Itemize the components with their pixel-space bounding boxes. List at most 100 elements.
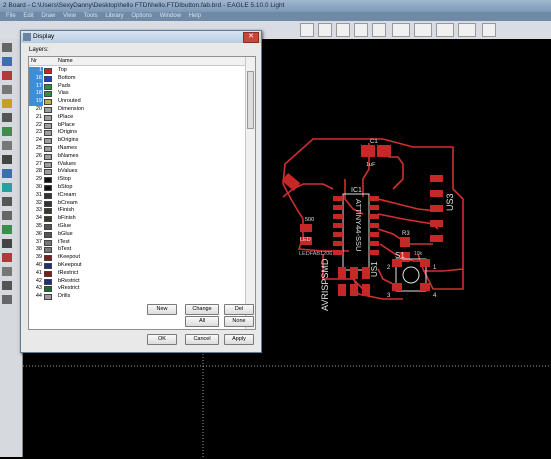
tool-icon[interactable]: [2, 57, 12, 66]
tool-icon[interactable]: [2, 71, 12, 80]
toolbar-button[interactable]: [318, 23, 332, 37]
layer-row[interactable]: 1 Top: [29, 67, 245, 75]
tool-icon[interactable]: [2, 169, 12, 178]
layer-color-swatch: [44, 278, 52, 285]
layer-row[interactable]: 31 tCream: [29, 192, 245, 200]
layer-row[interactable]: 25 tNames: [29, 145, 245, 153]
layer-row[interactable]: 29 tStop: [29, 176, 245, 184]
toolbar-button[interactable]: [392, 23, 410, 37]
layer-color-swatch: [44, 223, 52, 230]
toolbar-button[interactable]: [436, 23, 454, 37]
s1-pad: [392, 283, 402, 291]
layer-row[interactable]: 28 bValues: [29, 168, 245, 176]
apply-button[interactable]: Apply: [224, 334, 254, 345]
tool-icon[interactable]: [2, 127, 12, 136]
layer-row[interactable]: 19 Unrouted: [29, 98, 245, 106]
menu-file[interactable]: File: [6, 13, 16, 19]
layer-row[interactable]: 26 bNames: [29, 153, 245, 161]
close-icon[interactable]: ✕: [243, 32, 259, 43]
toolbar-button[interactable]: [458, 23, 476, 37]
menu-options[interactable]: Options: [131, 13, 152, 19]
layer-name: tRestrict: [58, 269, 79, 276]
change-button[interactable]: Change: [185, 304, 219, 315]
tool-icon[interactable]: [2, 155, 12, 164]
tool-icon[interactable]: [2, 141, 12, 150]
layer-list[interactable]: Nr Name 1 Top 16 Bottom 17 Pads 18 Vias 19 Unrout…: [28, 56, 256, 330]
menu-view[interactable]: View: [63, 13, 76, 19]
layer-row[interactable]: 33 tFinish: [29, 207, 245, 215]
layer-color-swatch: [44, 200, 52, 207]
menu-edit[interactable]: Edit: [23, 13, 33, 19]
layer-number: 40: [35, 261, 42, 268]
tool-icon[interactable]: [2, 43, 12, 52]
layer-row[interactable]: 34 bFinish: [29, 215, 245, 223]
toolbar-button[interactable]: [414, 23, 432, 37]
toolbar-button[interactable]: [354, 23, 368, 37]
layer-row[interactable]: 41 tRestrict: [29, 270, 245, 278]
layer-row[interactable]: 24 bOrigins: [29, 137, 245, 145]
tool-icon[interactable]: [2, 239, 12, 248]
layer-row[interactable]: 32 bCream: [29, 200, 245, 208]
menu-draw[interactable]: Draw: [41, 13, 55, 19]
layer-number: 1: [38, 67, 42, 73]
menu-help[interactable]: Help: [189, 13, 201, 19]
layer-row[interactable]: 21 tPlace: [29, 114, 245, 122]
toolbar-button[interactable]: [300, 23, 314, 37]
layer-row[interactable]: 39 tKeepout: [29, 254, 245, 262]
layer-row[interactable]: 27 tValues: [29, 161, 245, 169]
layer-row[interactable]: 16 Bottom: [29, 74, 245, 83]
all-button[interactable]: All: [185, 316, 219, 327]
layer-row[interactable]: 35 tGlue: [29, 223, 245, 231]
menu-window[interactable]: Window: [160, 13, 181, 19]
tool-icon[interactable]: [2, 211, 12, 220]
layer-row[interactable]: 20 Dimension: [29, 106, 245, 114]
layer-color-swatch: [44, 231, 52, 238]
ok-button[interactable]: OK: [147, 334, 177, 345]
layer-row[interactable]: 40 bKeepout: [29, 262, 245, 270]
layer-row[interactable]: 22 bPlace: [29, 122, 245, 130]
tool-icon[interactable]: [2, 183, 12, 192]
layer-color-swatch: [44, 247, 52, 254]
tool-icon[interactable]: [2, 267, 12, 276]
layer-row[interactable]: 18 Vias: [29, 90, 245, 99]
layer-color-swatch: [44, 161, 52, 168]
layer-number: 41: [35, 269, 42, 276]
layer-number: 24: [35, 137, 42, 144]
layer-row[interactable]: 42 bRestrict: [29, 278, 245, 286]
menu-tools[interactable]: Tools: [84, 13, 98, 19]
layer-row[interactable]: 44 Drills: [29, 293, 245, 301]
tool-icon[interactable]: [2, 85, 12, 94]
tool-icon[interactable]: [2, 99, 12, 108]
del-button[interactable]: Del: [224, 304, 254, 315]
toolbar-button[interactable]: [482, 23, 496, 37]
layer-row[interactable]: 17 Pads: [29, 82, 245, 91]
toolbar-button[interactable]: [372, 23, 386, 37]
layer-row[interactable]: 30 bStop: [29, 184, 245, 192]
layer-row[interactable]: 37 tTest: [29, 239, 245, 247]
layer-color-swatch: [44, 83, 52, 90]
tool-icon[interactable]: [2, 253, 12, 262]
tool-icon[interactable]: [2, 295, 12, 304]
new-button[interactable]: New: [147, 304, 177, 315]
layer-name: tNames: [58, 144, 77, 151]
toolbar-button[interactable]: [336, 23, 350, 37]
layer-row[interactable]: 43 vRestrict: [29, 285, 245, 293]
menu-library[interactable]: Library: [105, 13, 123, 19]
tool-icon[interactable]: [2, 197, 12, 206]
layer-row[interactable]: 38 bTest: [29, 246, 245, 254]
scrollbar-thumb[interactable]: [247, 71, 254, 129]
tool-icon[interactable]: [2, 281, 12, 290]
layer-row[interactable]: 36 bGlue: [29, 231, 245, 239]
tool-icon[interactable]: [2, 113, 12, 122]
tool-icon[interactable]: [2, 225, 12, 234]
layers-label: Layers:: [29, 47, 49, 53]
layer-name: Pads: [58, 82, 71, 89]
layer-color-swatch: [44, 216, 52, 223]
layer-row[interactable]: 23 tOrigins: [29, 129, 245, 137]
cancel-button[interactable]: Cancel: [185, 334, 219, 345]
column-name[interactable]: Name: [58, 58, 73, 64]
layer-number: 27: [35, 160, 42, 167]
layer-list-scrollbar[interactable]: [245, 57, 255, 329]
none-button[interactable]: None: [224, 316, 254, 327]
column-nr[interactable]: Nr: [31, 58, 37, 64]
